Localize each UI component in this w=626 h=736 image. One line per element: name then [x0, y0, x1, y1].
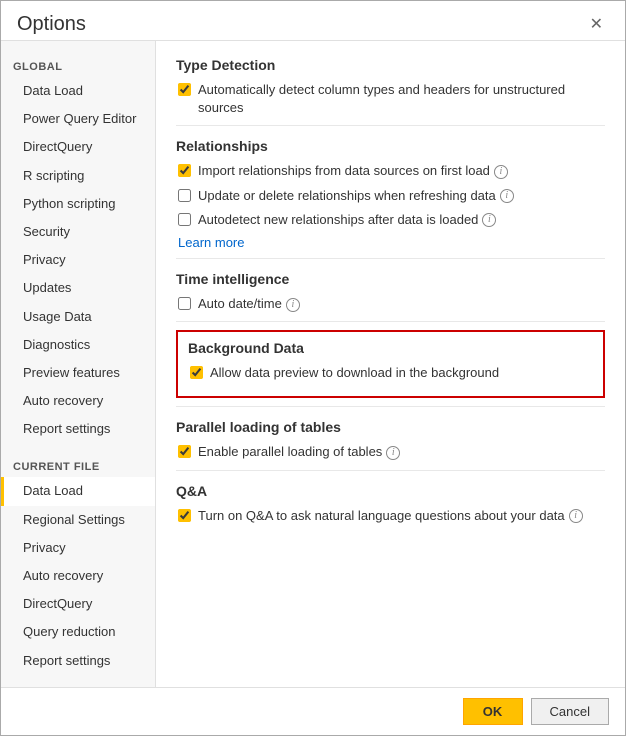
dialog-header: Options ✕	[1, 1, 625, 40]
checkbox-0-0[interactable]	[178, 83, 191, 96]
info-icon-1-0[interactable]: i	[494, 165, 508, 179]
sidebar-current-item-3[interactable]: Auto recovery	[1, 562, 155, 590]
sidebar-global-item-1[interactable]: Power Query Editor	[1, 105, 155, 133]
checkbox-label-5-0: Turn on Q&A to ask natural language ques…	[198, 507, 583, 525]
section-title-0: Type Detection	[176, 57, 605, 73]
options-dialog: Options ✕ GLOBAL Data LoadPower Query Ed…	[0, 0, 626, 736]
checkbox-label-0-0: Automatically detect column types and he…	[198, 81, 605, 117]
checkbox-row-4-0: Enable parallel loading of tablesi	[176, 443, 605, 461]
sidebar-global-item-2[interactable]: DirectQuery	[1, 133, 155, 161]
section-title-5: Q&A	[176, 483, 605, 499]
section-title-3: Background Data	[188, 340, 593, 356]
sidebar-current-item-0[interactable]: Data Load	[1, 477, 155, 505]
checkbox-5-0[interactable]	[178, 509, 191, 522]
current-file-section-label: CURRENT FILE	[1, 453, 155, 477]
sidebar-current-item-6[interactable]: Report settings	[1, 647, 155, 675]
sidebar-current-item-1[interactable]: Regional Settings	[1, 506, 155, 534]
sidebar-global-item-6[interactable]: Privacy	[1, 246, 155, 274]
checkbox-4-0[interactable]	[178, 445, 191, 458]
checkbox-row-3-0: Allow data preview to download in the ba…	[188, 364, 593, 382]
sidebar-global-item-3[interactable]: R scripting	[1, 162, 155, 190]
checkbox-row-0-0: Automatically detect column types and he…	[176, 81, 605, 117]
info-icon-1-1[interactable]: i	[500, 189, 514, 203]
learn-more-link[interactable]: Learn more	[176, 235, 605, 250]
sidebar-global-item-9[interactable]: Diagnostics	[1, 331, 155, 359]
checkbox-3-0[interactable]	[190, 366, 203, 379]
dialog-footer: OK Cancel	[1, 687, 625, 735]
sidebar-current-item-5[interactable]: Query reduction	[1, 618, 155, 646]
sidebar-global-item-12[interactable]: Report settings	[1, 415, 155, 443]
sidebar-global-item-7[interactable]: Updates	[1, 274, 155, 302]
sidebar-global-item-11[interactable]: Auto recovery	[1, 387, 155, 415]
checkbox-label-1-2: Autodetect new relationships after data …	[198, 211, 496, 229]
checkbox-label-1-1: Update or delete relationships when refr…	[198, 187, 514, 205]
close-button[interactable]: ✕	[584, 15, 609, 35]
checkbox-label-4-0: Enable parallel loading of tablesi	[198, 443, 400, 461]
info-icon-5-0[interactable]: i	[569, 509, 583, 523]
checkbox-row-1-2: Autodetect new relationships after data …	[176, 211, 605, 229]
ok-button[interactable]: OK	[463, 698, 523, 725]
checkbox-label-3-0: Allow data preview to download in the ba…	[210, 364, 499, 382]
checkbox-1-0[interactable]	[178, 164, 191, 177]
checkbox-row-2-0: Auto date/timei	[176, 295, 605, 313]
checkbox-row-1-0: Import relationships from data sources o…	[176, 162, 605, 180]
section-title-4: Parallel loading of tables	[176, 419, 605, 435]
dialog-title: Options	[17, 13, 86, 36]
main-content: Type Detection Automatically detect colum…	[156, 41, 625, 687]
sidebar: GLOBAL Data LoadPower Query EditorDirect…	[1, 41, 156, 687]
checkbox-label-2-0: Auto date/timei	[198, 295, 300, 313]
sidebar-global-item-0[interactable]: Data Load	[1, 77, 155, 105]
info-icon-1-2[interactable]: i	[482, 213, 496, 227]
sidebar-current-item-2[interactable]: Privacy	[1, 534, 155, 562]
dialog-body: GLOBAL Data LoadPower Query EditorDirect…	[1, 40, 625, 687]
checkbox-row-5-0: Turn on Q&A to ask natural language ques…	[176, 507, 605, 525]
background-data-box: Background Data Allow data preview to dow…	[176, 330, 605, 398]
section-title-1: Relationships	[176, 138, 605, 154]
sidebar-current-item-4[interactable]: DirectQuery	[1, 590, 155, 618]
sidebar-global-item-8[interactable]: Usage Data	[1, 303, 155, 331]
section-title-2: Time intelligence	[176, 271, 605, 287]
global-section-label: GLOBAL	[1, 53, 155, 77]
sidebar-global-item-10[interactable]: Preview features	[1, 359, 155, 387]
checkbox-label-1-0: Import relationships from data sources o…	[198, 162, 508, 180]
sidebar-global-item-4[interactable]: Python scripting	[1, 190, 155, 218]
cancel-button[interactable]: Cancel	[531, 698, 609, 725]
checkbox-1-1[interactable]	[178, 189, 191, 202]
sidebar-global-item-5[interactable]: Security	[1, 218, 155, 246]
checkbox-2-0[interactable]	[178, 297, 191, 310]
info-icon-4-0[interactable]: i	[386, 446, 400, 460]
info-icon-2-0[interactable]: i	[286, 298, 300, 312]
checkbox-1-2[interactable]	[178, 213, 191, 226]
checkbox-row-1-1: Update or delete relationships when refr…	[176, 187, 605, 205]
